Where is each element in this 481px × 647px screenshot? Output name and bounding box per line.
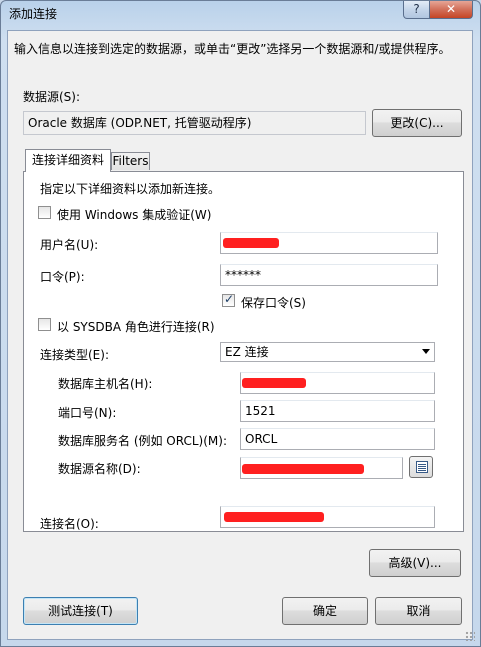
save-password-label[interactable]: 保存口令(S) (241, 294, 306, 311)
service-name-label: 数据库服务名 (例如 ORCL)(M): (58, 434, 228, 448)
db-host-label: 数据库主机名(H): (58, 377, 153, 391)
username-label: 用户名(U): (40, 238, 99, 252)
resize-grip[interactable] (465, 631, 475, 641)
connection-type-label: 连接类型(E): (40, 348, 109, 362)
test-connection-button[interactable]: 测试连接(T) (23, 597, 138, 625)
change-datasource-button[interactable]: 更改(C)... (372, 109, 462, 137)
connection-type-value: EZ 连接 (225, 345, 269, 359)
windows-auth-checkbox[interactable] (38, 206, 51, 219)
intro-text: 输入信息以连接到选定的数据源，或单击“更改”选择另一个数据源和/或提供程序。 (14, 42, 451, 56)
advanced-button[interactable]: 高级(V)... (369, 549, 461, 577)
save-password-checkbox[interactable] (222, 292, 235, 307)
datasource-field: Oracle 数据库 (ODP.NET, 托管驱动程序) (23, 111, 366, 135)
list-icon (416, 461, 428, 473)
connection-name-redaction (224, 512, 324, 522)
connection-type-select[interactable]: EZ 连接 (220, 342, 435, 362)
windows-auth-label[interactable]: 使用 Windows 集成验证(W) (57, 206, 211, 223)
password-label: 口令(P): (40, 270, 85, 284)
browse-datasource-button[interactable] (409, 456, 433, 478)
chevron-down-icon (422, 349, 430, 354)
tab-connection-details[interactable]: 连接详细资料 (25, 149, 111, 172)
panel-instruction: 指定以下详细资料以添加新连接。 (40, 182, 221, 196)
title-bar[interactable]: 添加连接 ? ✕ (1, 1, 480, 25)
help-button[interactable]: ? (403, 1, 430, 19)
window-title: 添加连接 (9, 7, 58, 21)
connection-name-label: 连接名(O): (40, 517, 99, 531)
db-host-redaction (242, 378, 306, 388)
sysdba-label[interactable]: 以 SYSDBA 角色进行连接(R) (57, 318, 215, 335)
datasource-name-redaction (242, 464, 364, 474)
datasource-label: 数据源(S): (23, 90, 81, 104)
tab-filters[interactable]: Filters (111, 152, 150, 170)
username-redaction (223, 238, 279, 248)
sysdba-checkbox[interactable] (38, 318, 51, 331)
datasource-name-label: 数据源名称(D): (58, 462, 141, 476)
port-label: 端口号(N): (58, 406, 117, 420)
cancel-button[interactable]: 取消 (375, 597, 462, 625)
close-button[interactable]: ✕ (429, 1, 473, 19)
port-input[interactable]: 1521 (240, 400, 435, 422)
ok-button[interactable]: 确定 (282, 597, 368, 625)
service-name-input[interactable]: ORCL (240, 428, 435, 450)
password-input[interactable]: ****** (220, 264, 438, 286)
